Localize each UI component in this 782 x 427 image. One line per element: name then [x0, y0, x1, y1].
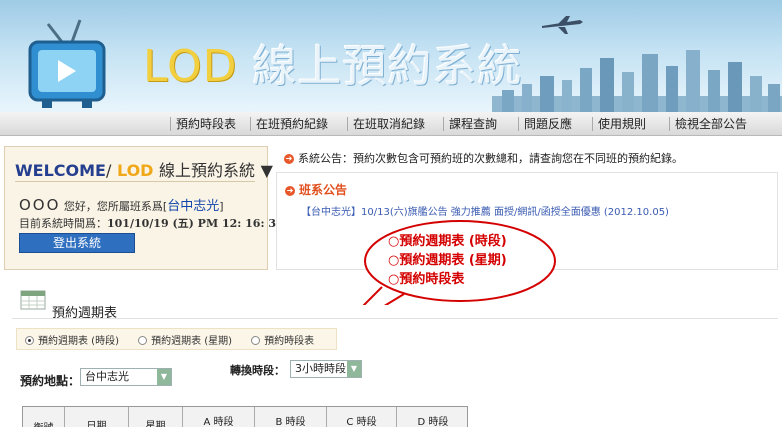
table-header-c: C 時段	[327, 407, 397, 427]
callout-lines: ○預約週期表 (時段) ○預約週期表 (星期) ○預約時段表	[388, 232, 507, 289]
system-time: 目前系統時間爲：101/10/19 (五) PM 12: 16: 34	[19, 215, 284, 231]
system-notice-text: 系統公告：預約次數包含可預約班的次數總和，請查詢您在不同班的預約紀錄。	[298, 152, 683, 165]
calendar-icon	[20, 290, 46, 310]
user-greeting: 您好，您所屬班系爲[	[63, 200, 168, 213]
schedule-type-radios: 預約週期表 (時段) 預約週期表 (星期) 預約時段表	[16, 328, 338, 352]
header-banner: LOD 線上預約系統	[0, 0, 782, 112]
nav-separator	[170, 117, 171, 131]
welcome-panel: WELCOME/ LOD 線上預約系統 ▼ OOO 您好，您所屬班系爲[台中志光…	[4, 146, 284, 270]
arrow-right-icon: ➜	[285, 185, 295, 196]
city-skyline-icon	[492, 50, 782, 112]
system-time-label: 目前系統時間爲：	[19, 217, 107, 230]
nav-separator	[592, 117, 593, 131]
table-header-weekday: 星期	[129, 407, 183, 427]
class-notice-title: ➜ 班系公告	[285, 181, 347, 198]
caret-down-icon[interactable]: ▼	[261, 161, 273, 180]
table-header-number: 衡號	[23, 407, 65, 427]
nav-item-cancel-records[interactable]: 在班取消紀錄	[353, 112, 425, 136]
nav-item-schedule[interactable]: 預約時段表	[176, 112, 236, 136]
title-lod: LOD	[143, 41, 238, 92]
radio-period-label: 預約週期表 (時段)	[38, 336, 119, 347]
slot-select[interactable]: 3小時時段 ▼	[290, 360, 362, 378]
title-rest: 線上預約系統	[252, 41, 523, 92]
radio-weekday-label: 預約週期表 (星期)	[151, 336, 233, 347]
system-notice: ➜ 系統公告：預約次數包含可預約班的次數總和，請查詢您在不同班的預約紀錄。	[284, 150, 683, 166]
schedule-divider	[12, 318, 778, 319]
radio-weekday[interactable]	[138, 336, 148, 345]
logout-button[interactable]: 登出系統	[19, 233, 135, 253]
place-label: 預約地點：	[20, 374, 81, 388]
nav-separator	[347, 117, 348, 131]
nav-separator	[518, 117, 519, 131]
app-title: LOD 線上預約系統	[143, 30, 522, 94]
radio-weekday-option[interactable]: 預約週期表 (星期)	[138, 332, 232, 352]
radio-timeslot-label: 預約時段表	[264, 336, 315, 347]
place-select-value: 台中志光	[85, 370, 129, 383]
welcome-title: WELCOME/ LOD 線上預約系統 ▼	[15, 157, 273, 181]
user-branch-close: ]	[219, 200, 224, 213]
callout-line: ○預約週期表 (時段)	[388, 234, 507, 249]
welcome-lod: LOD	[116, 161, 154, 180]
slot-label: 轉換時段：	[230, 364, 285, 377]
nav-separator	[250, 117, 251, 131]
user-name: OOO	[19, 196, 61, 214]
welcome-system-name: 線上預約系統	[159, 161, 256, 180]
slot-select-value: 3小時時段	[295, 362, 346, 375]
nav-item-feedback[interactable]: 問題反應	[524, 112, 572, 136]
radio-timeslot-option[interactable]: 預約時段表	[251, 332, 314, 352]
user-info: OOO 您好，您所屬班系爲[台中志光]	[19, 195, 224, 214]
callout-bubble: ○預約週期表 (時段) ○預約週期表 (星期) ○預約時段表	[362, 219, 558, 305]
radio-timeslot[interactable]	[251, 336, 261, 345]
callout-line: ○預約時段表	[388, 272, 465, 287]
class-notice-title-text: 班系公告	[299, 183, 348, 197]
nav-item-rules[interactable]: 使用規則	[598, 112, 646, 136]
arrow-right-icon: ➜	[284, 154, 294, 164]
table-header-date: 日期	[65, 407, 129, 427]
table-header-a: A 時段	[183, 407, 255, 427]
schedule-table: 衡號 日期 星期 A 時段 B 時段 C 時段 D 時段	[22, 406, 468, 427]
nav-item-booking-records[interactable]: 在班預約紀錄	[256, 112, 328, 136]
place-select[interactable]: 台中志光 ▼	[80, 368, 172, 386]
nav-separator	[443, 117, 444, 131]
callout-line: ○預約週期表 (星期)	[388, 253, 507, 268]
nav-item-all-announcements[interactable]: 檢視全部公告	[675, 112, 747, 136]
radio-period[interactable]	[25, 336, 34, 345]
chevron-down-icon[interactable]: ▼	[157, 369, 171, 385]
table-header-b: B 時段	[255, 407, 327, 427]
welcome-label: WELCOME	[15, 161, 106, 180]
user-branch: 台中志光	[167, 199, 220, 214]
system-time-value: 101/10/19 (五) PM 12: 16: 34	[107, 217, 284, 230]
class-notice-link[interactable]: 【台中志光】10/13(六)旗艦公告 強力推薦 面授/網訊/函授全面優惠 (20…	[301, 203, 669, 218]
welcome-slash: /	[105, 161, 112, 180]
welcome-divider	[15, 181, 255, 182]
nav-separator	[669, 117, 670, 131]
main-nav: 預約時段表 在班預約紀錄 在班取消紀錄 課程查詢 問題反應 使用規則 檢視全部公…	[0, 112, 782, 136]
radio-period-option[interactable]: 預約週期表 (時段)	[25, 332, 119, 352]
airplane-icon	[542, 16, 583, 34]
chevron-down-icon[interactable]: ▼	[347, 361, 361, 377]
tv-logo-icon	[28, 19, 106, 108]
nav-item-course-search[interactable]: 課程查詢	[449, 112, 497, 136]
table-header-d: D 時段	[417, 417, 449, 427]
